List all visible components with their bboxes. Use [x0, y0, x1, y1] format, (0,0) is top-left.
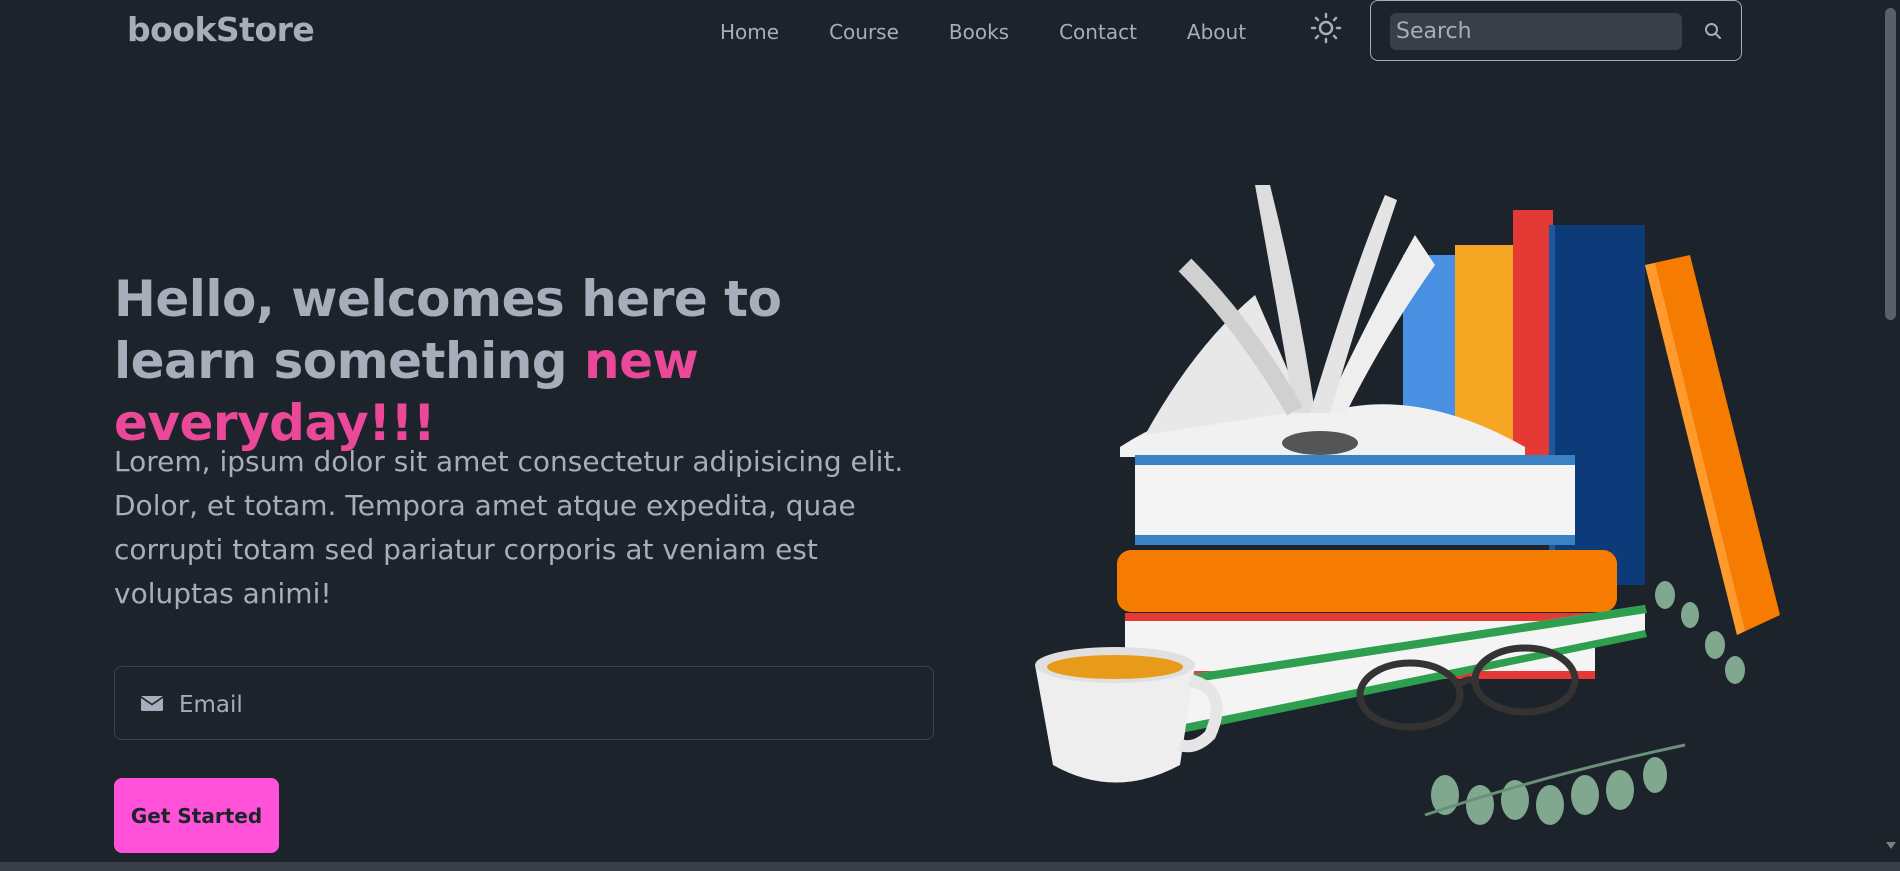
horizontal-scrollbar[interactable]: [0, 862, 1900, 871]
search-input[interactable]: [1390, 13, 1682, 50]
search-icon[interactable]: [1703, 21, 1723, 41]
email-field[interactable]: [114, 666, 934, 740]
search-box: [1370, 0, 1742, 61]
nav-links: Home Course Books Contact About: [720, 20, 1296, 44]
envelope-icon: [140, 694, 164, 712]
books-stack-illustration: [1025, 175, 1795, 855]
nav-link-contact[interactable]: Contact: [1059, 20, 1137, 44]
nav-link-home[interactable]: Home: [720, 20, 779, 44]
logo[interactable]: bookStore: [127, 10, 315, 49]
sun-icon[interactable]: [1310, 12, 1342, 44]
get-started-button[interactable]: Get Started: [114, 778, 279, 853]
hero-title: Hello, welcomes here to learn something …: [114, 268, 934, 454]
nav-link-about[interactable]: About: [1187, 20, 1246, 44]
nav-link-books[interactable]: Books: [949, 20, 1009, 44]
scroll-down-icon[interactable]: [1886, 842, 1896, 849]
hero-text: Lorem, ipsum dolor sit amet consectetur …: [114, 445, 904, 610]
email-input[interactable]: [177, 679, 911, 731]
nav-link-course[interactable]: Course: [829, 20, 899, 44]
scrollbar[interactable]: [1881, 0, 1900, 862]
navbar: bookStore Home Course Books Contact Abou…: [0, 0, 1900, 64]
scrollbar-thumb[interactable]: [1885, 8, 1896, 320]
